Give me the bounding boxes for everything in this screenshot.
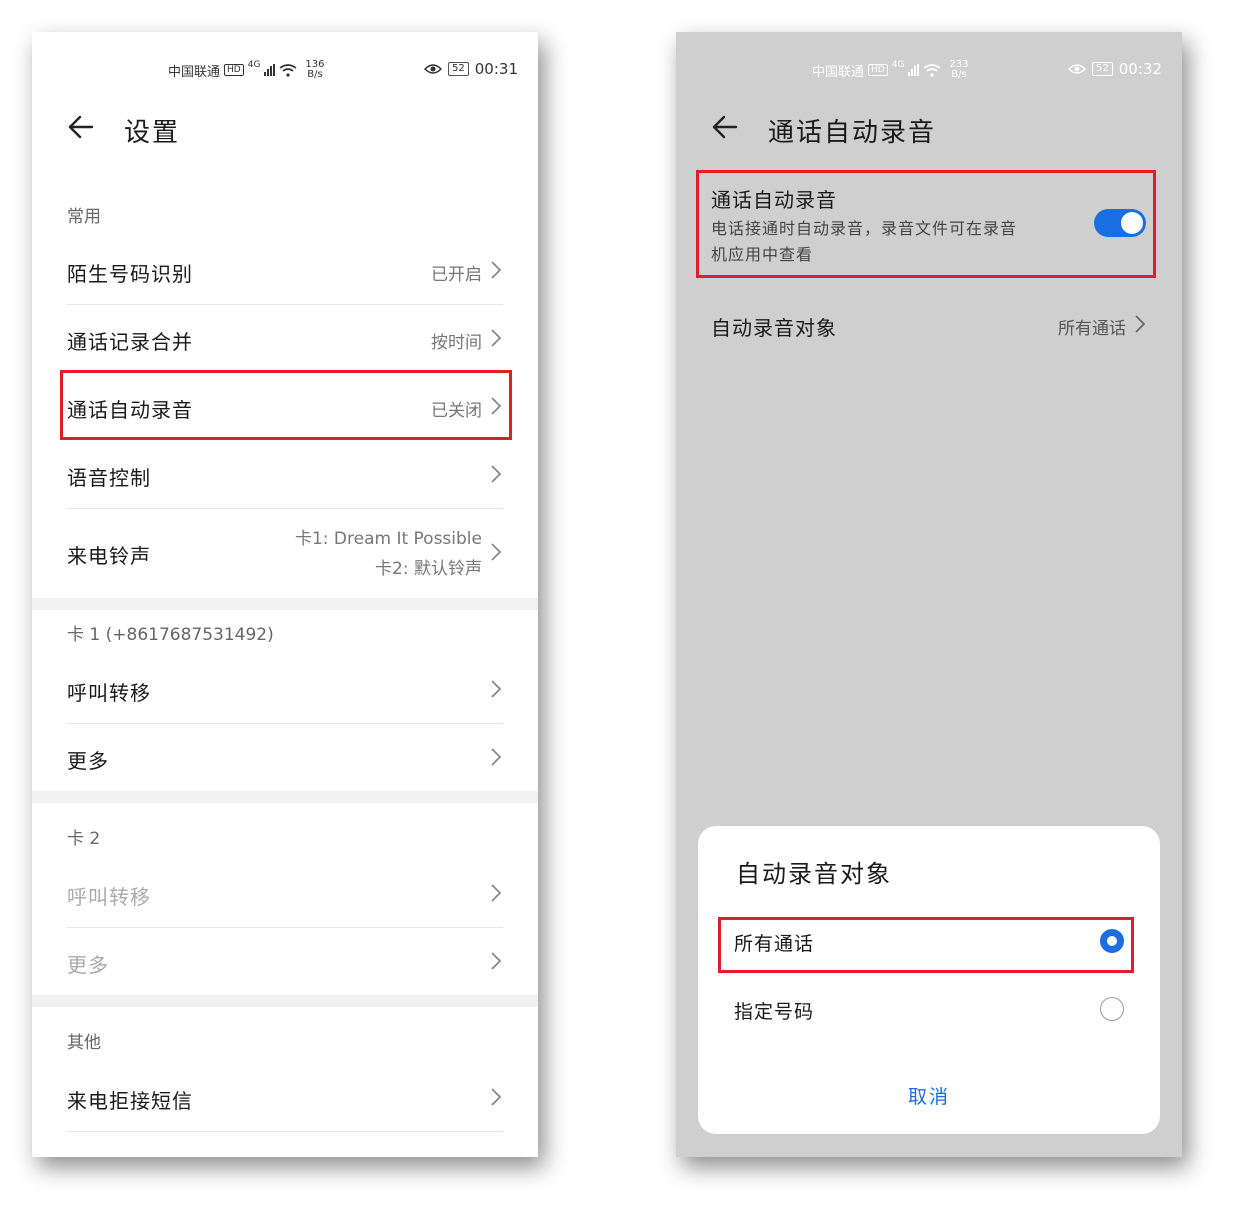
row-label: 更多 [67, 749, 109, 773]
chevron-right-icon [491, 884, 502, 902]
network-type: 4G [891, 60, 905, 70]
back-arrow-icon[interactable] [66, 112, 96, 142]
row-value: 已开启 [431, 265, 482, 285]
chevron-right-icon [1135, 315, 1146, 333]
row-label: 更多 [67, 953, 109, 977]
section-header-card2: 卡 2 [67, 829, 101, 849]
row-value: 所有通话 [1058, 319, 1126, 339]
settings-row-more-card2[interactable]: 更多 [32, 927, 538, 995]
page-title: 设置 [124, 118, 181, 148]
row-label: 来电铃声 [67, 544, 151, 568]
settings-row-ringtone[interactable]: 来电铃声 卡1: Dream It Possible 卡2: 默认铃声 [32, 508, 538, 598]
section-header-card1: 卡 1 (+8617687531492) [67, 625, 274, 645]
settings-row-more-card1[interactable]: 更多 [32, 723, 538, 791]
status-bar: 中国联通 HD 4G 233 B/s 52 00:32 [676, 54, 1182, 84]
status-bar: 中国联通 HD 4G 136 B/s 52 00:31 [32, 54, 538, 84]
settings-row-call-forward-card2[interactable]: 呼叫转移 [32, 859, 538, 927]
eye-icon [1068, 64, 1087, 74]
chevron-right-icon [491, 329, 502, 347]
signal-icon [908, 64, 920, 76]
settings-row-reject-sms[interactable]: 来电拒接短信 [32, 1063, 538, 1131]
chevron-right-icon [491, 680, 502, 698]
radio-unselected-icon[interactable] [1100, 997, 1124, 1021]
row-label: 呼叫转移 [67, 681, 151, 705]
row-label: 呼叫转移 [67, 885, 151, 909]
wifi-icon [923, 63, 941, 77]
hd-badge: HD [224, 64, 244, 76]
target-picker-dialog: 自动录音对象 所有通话 指定号码 取消 [698, 826, 1160, 1134]
ringtone-values: 卡1: Dream It Possible 卡2: 默认铃声 [294, 529, 482, 579]
carrier-name: 中国联通 [168, 64, 221, 80]
net-speed: 233 B/s [949, 59, 969, 80]
battery-icon: 52 [448, 62, 469, 76]
section-header-common: 常用 [67, 207, 101, 227]
chevron-right-icon [491, 543, 502, 561]
row-label: 来电拒接短信 [67, 1089, 193, 1113]
row-value: 按时间 [431, 333, 482, 353]
hd-badge: HD [868, 64, 888, 76]
clock: 00:32 [1118, 60, 1162, 78]
option-label: 指定号码 [734, 1001, 815, 1023]
signal-icon [264, 64, 276, 76]
back-arrow-icon[interactable] [710, 112, 740, 142]
eye-icon [424, 64, 443, 74]
chevron-right-icon [491, 261, 502, 279]
row-label: 自动录音对象 [711, 316, 837, 340]
row-label: 语音控制 [67, 466, 151, 490]
highlight-box [60, 370, 512, 440]
settings-row-call-log-merge[interactable]: 通话记录合并 按时间 [32, 304, 538, 372]
option-specific-number[interactable]: 指定号码 [698, 981, 1160, 1041]
settings-screen: 中国联通 HD 4G 136 B/s 52 00:31 设置 常用 陌生号码识别 … [32, 32, 538, 1157]
battery-icon: 52 [1092, 62, 1113, 76]
row-label: 通话记录合并 [67, 330, 193, 354]
page-title: 通话自动录音 [768, 118, 937, 148]
carrier-name: 中国联通 [812, 64, 865, 80]
section-header-other: 其他 [67, 1033, 101, 1053]
highlight-box [696, 170, 1156, 278]
wifi-icon [279, 63, 297, 77]
dialog-title: 自动录音对象 [736, 860, 892, 888]
auto-record-screen: 中国联通 HD 4G 233 B/s 52 00:32 通话自动录音 通话自动录音… [676, 32, 1182, 1157]
settings-row-call-forward-card1[interactable]: 呼叫转移 [32, 655, 538, 723]
highlight-box [718, 917, 1134, 973]
chevron-right-icon [491, 465, 502, 483]
clock: 00:31 [474, 60, 518, 78]
row-label: 陌生号码识别 [67, 262, 193, 286]
auto-record-target-row[interactable]: 自动录音对象 所有通话 [676, 290, 1182, 358]
chevron-right-icon [491, 952, 502, 970]
net-speed: 136 B/s [305, 59, 325, 80]
chevron-right-icon [491, 1088, 502, 1106]
settings-row-voice-control[interactable]: 语音控制 [32, 440, 538, 508]
network-type: 4G [247, 60, 261, 70]
cancel-button[interactable]: 取消 [698, 1082, 1160, 1109]
settings-row-unknown-number[interactable]: 陌生号码识别 已开启 [32, 236, 538, 304]
chevron-right-icon [491, 748, 502, 766]
